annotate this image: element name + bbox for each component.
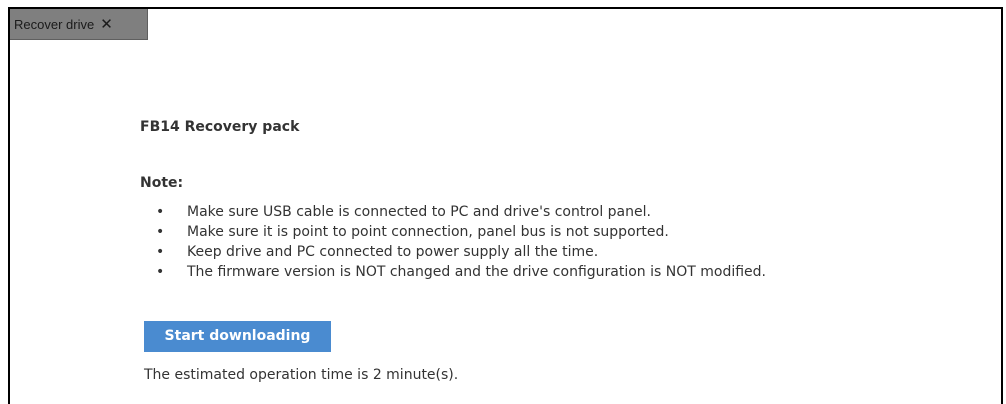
frame-top-border bbox=[8, 7, 1003, 9]
frame-right-border bbox=[1001, 7, 1003, 404]
tab-recover-drive[interactable]: Recover drive ✕ bbox=[10, 9, 148, 40]
recover-drive-window: Recover drive ✕ FB14 Recovery pack Note:… bbox=[0, 0, 1006, 404]
page-title: FB14 Recovery pack bbox=[140, 119, 300, 135]
start-downloading-button[interactable]: Start downloading bbox=[144, 321, 331, 352]
frame-left-border bbox=[8, 7, 10, 404]
tab-label: Recover drive bbox=[14, 16, 95, 32]
bullet-icon: • bbox=[156, 204, 165, 220]
note-text: Keep drive and PC connected to power sup… bbox=[187, 244, 599, 260]
note-list: • Make sure USB cable is connected to PC… bbox=[140, 202, 766, 282]
note-item: • Make sure it is point to point connect… bbox=[140, 222, 766, 242]
note-text: The firmware version is NOT changed and … bbox=[187, 264, 766, 280]
bullet-icon: • bbox=[156, 244, 165, 260]
close-icon[interactable]: ✕ bbox=[100, 16, 113, 32]
note-item: • The firmware version is NOT changed an… bbox=[140, 262, 766, 282]
note-heading: Note: bbox=[140, 175, 184, 191]
note-text: Make sure it is point to point connectio… bbox=[187, 224, 669, 240]
estimated-time-text: The estimated operation time is 2 minute… bbox=[144, 367, 459, 383]
note-item: • Keep drive and PC connected to power s… bbox=[140, 242, 766, 262]
bullet-icon: • bbox=[156, 264, 165, 280]
note-item: • Make sure USB cable is connected to PC… bbox=[140, 202, 766, 222]
bullet-icon: • bbox=[156, 224, 165, 240]
recovery-content: FB14 Recovery pack Note: • Make sure USB… bbox=[140, 117, 940, 383]
note-text: Make sure USB cable is connected to PC a… bbox=[187, 204, 651, 220]
